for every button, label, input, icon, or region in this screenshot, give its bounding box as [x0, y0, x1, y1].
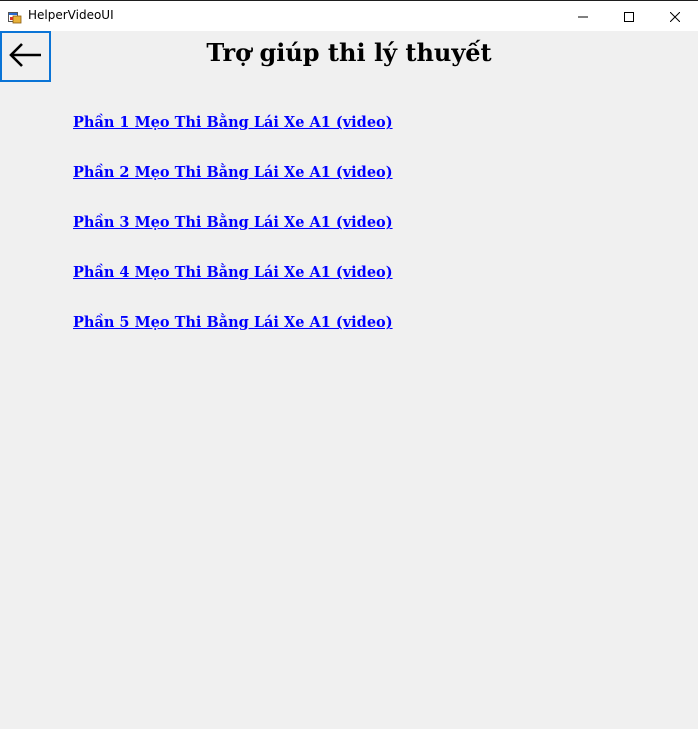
video-link-part-3[interactable]: Phần 3 Mẹo Thi Bằng Lái Xe A1 (video): [73, 214, 393, 264]
page-title: Trợ giúp thi lý thuyết: [206, 38, 492, 67]
app-window: HelperVideoUI Trợ giúp thi lý thuyết Phầ…: [0, 0, 698, 729]
video-link-part-5[interactable]: Phần 5 Mẹo Thi Bằng Lái Xe A1 (video): [73, 314, 393, 364]
maximize-button[interactable]: [606, 1, 652, 31]
video-link-part-1[interactable]: Phần 1 Mẹo Thi Bằng Lái Xe A1 (video): [73, 114, 393, 164]
window-title: HelperVideoUI: [28, 8, 114, 22]
form-app-icon: [8, 9, 22, 24]
close-icon: [669, 7, 681, 26]
minimize-button[interactable]: [560, 1, 606, 31]
video-link-list: Phần 1 Mẹo Thi Bằng Lái Xe A1 (video) Ph…: [73, 114, 393, 364]
minimize-icon: [578, 7, 588, 26]
title-bar[interactable]: HelperVideoUI: [0, 0, 698, 31]
video-link-part-4[interactable]: Phần 4 Mẹo Thi Bằng Lái Xe A1 (video): [73, 264, 393, 314]
maximize-icon: [624, 7, 634, 26]
close-button[interactable]: [652, 1, 698, 31]
video-link-part-2[interactable]: Phần 2 Mẹo Thi Bằng Lái Xe A1 (video): [73, 164, 393, 214]
